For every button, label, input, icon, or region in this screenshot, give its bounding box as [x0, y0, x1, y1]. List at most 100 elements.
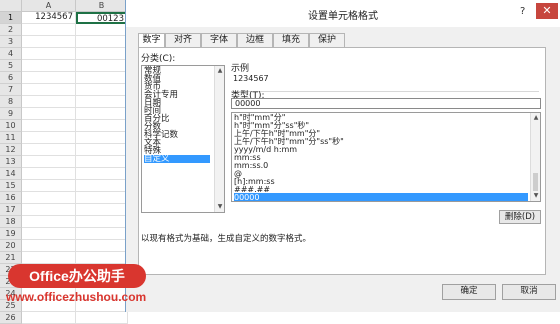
row-header[interactable]: 3: [0, 36, 22, 48]
cell[interactable]: [76, 24, 128, 36]
tab-font[interactable]: 字体: [201, 33, 237, 47]
cell[interactable]: [76, 192, 128, 204]
cell[interactable]: [22, 72, 76, 84]
category-scrollbar[interactable]: ▲ ▼: [214, 66, 224, 212]
column-header-a[interactable]: A: [22, 0, 76, 12]
cell[interactable]: [76, 144, 128, 156]
scroll-up-icon[interactable]: ▲: [532, 114, 540, 122]
tab-border[interactable]: 边框: [237, 33, 273, 47]
cell[interactable]: [76, 48, 128, 60]
row-header[interactable]: 18: [0, 216, 22, 228]
format-list[interactable]: h"时"mm"分" h"时"mm"分"ss"秒" 上午/下午h"时"mm"分" …: [231, 112, 541, 202]
row-header[interactable]: 7: [0, 84, 22, 96]
cell[interactable]: [22, 60, 76, 72]
cell[interactable]: [22, 192, 76, 204]
row-header[interactable]: 6: [0, 72, 22, 84]
scroll-down-icon[interactable]: ▼: [216, 203, 224, 211]
column-header-b[interactable]: B: [76, 0, 128, 12]
scroll-up-icon[interactable]: ▲: [216, 67, 224, 75]
row-header[interactable]: 9: [0, 108, 22, 120]
row-header[interactable]: 19: [0, 228, 22, 240]
dialog-title: 设置单元格格式: [308, 11, 378, 22]
tab-protection[interactable]: 保护: [309, 33, 345, 47]
tab-fill[interactable]: 填充: [273, 33, 309, 47]
cell[interactable]: [22, 132, 76, 144]
cell[interactable]: [22, 96, 76, 108]
cell[interactable]: [76, 132, 128, 144]
cell[interactable]: [22, 108, 76, 120]
sample-box: 1234567: [231, 71, 539, 92]
help-button[interactable]: ?: [520, 6, 525, 17]
cell[interactable]: [22, 48, 76, 60]
scroll-thumb[interactable]: [533, 173, 538, 191]
cell[interactable]: [76, 168, 128, 180]
cell[interactable]: [76, 36, 128, 48]
category-item-custom[interactable]: 自定义: [144, 155, 210, 163]
delete-button[interactable]: 删除(D): [499, 210, 541, 224]
cell[interactable]: [76, 156, 128, 168]
tab-alignment[interactable]: 对齐: [165, 33, 201, 47]
row-header[interactable]: 5: [0, 60, 22, 72]
cell[interactable]: [76, 96, 128, 108]
close-button[interactable]: ✕: [536, 3, 558, 19]
row-header[interactable]: 4: [0, 48, 22, 60]
row-header[interactable]: 1: [0, 12, 22, 24]
row-header[interactable]: 8: [0, 96, 22, 108]
watermark-logo: Office办公助手: [8, 264, 146, 288]
cell[interactable]: [76, 108, 128, 120]
cell[interactable]: [22, 24, 76, 36]
cell[interactable]: [22, 36, 76, 48]
cell[interactable]: [22, 240, 76, 252]
scroll-down-icon[interactable]: ▼: [532, 192, 540, 200]
cell[interactable]: [76, 312, 128, 324]
row-header[interactable]: 2: [0, 24, 22, 36]
cell[interactable]: [76, 72, 128, 84]
cell[interactable]: [22, 204, 76, 216]
cell[interactable]: [76, 216, 128, 228]
cell[interactable]: [76, 252, 128, 264]
row-header[interactable]: 17: [0, 204, 22, 216]
cell[interactable]: [76, 84, 128, 96]
row-header[interactable]: 15: [0, 180, 22, 192]
cell[interactable]: [76, 204, 128, 216]
number-tab-panel: 分类(C): 常规 数值 货币 会计专用 日期 时间 百分比 分数 科学记数 文…: [138, 47, 546, 275]
category-list[interactable]: 常规 数值 货币 会计专用 日期 时间 百分比 分数 科学记数 文本 特殊 自定…: [141, 65, 225, 213]
row-header[interactable]: 26: [0, 312, 22, 324]
format-scrollbar[interactable]: ▲ ▼: [530, 113, 540, 201]
cell[interactable]: [22, 252, 76, 264]
cell[interactable]: [22, 84, 76, 96]
cell[interactable]: [22, 180, 76, 192]
cell[interactable]: [22, 228, 76, 240]
row-header[interactable]: 21: [0, 252, 22, 264]
description-text: 以现有格式为基础，生成自定义的数字格式。: [141, 234, 312, 244]
sample-value: 1234567: [233, 74, 269, 83]
cell[interactable]: [76, 120, 128, 132]
cell[interactable]: [76, 60, 128, 72]
cell[interactable]: [22, 312, 76, 324]
cell[interactable]: [22, 120, 76, 132]
watermark-url: www.officezhushou.com: [6, 290, 147, 304]
dialog-titlebar[interactable]: 设置单元格格式 ? ✕: [126, 0, 560, 27]
cell-a1[interactable]: 1234567: [22, 12, 76, 24]
cell[interactable]: [76, 228, 128, 240]
cell[interactable]: [22, 144, 76, 156]
row-header[interactable]: 11: [0, 132, 22, 144]
cell-b1[interactable]: 00123: [76, 12, 128, 24]
row-header[interactable]: 20: [0, 240, 22, 252]
row-header[interactable]: 13: [0, 156, 22, 168]
row-header[interactable]: 16: [0, 192, 22, 204]
select-all-corner[interactable]: [0, 0, 22, 12]
cell[interactable]: [76, 240, 128, 252]
cell[interactable]: [22, 168, 76, 180]
tab-number[interactable]: 数字: [138, 33, 165, 48]
cell[interactable]: [22, 216, 76, 228]
format-item-selected[interactable]: 00000: [234, 193, 528, 201]
cancel-button[interactable]: 取消: [502, 284, 556, 300]
type-input[interactable]: 00000: [231, 98, 541, 109]
row-header[interactable]: 14: [0, 168, 22, 180]
ok-button[interactable]: 确定: [442, 284, 496, 300]
row-header[interactable]: 10: [0, 120, 22, 132]
row-header[interactable]: 12: [0, 144, 22, 156]
cell[interactable]: [76, 180, 128, 192]
cell[interactable]: [22, 156, 76, 168]
